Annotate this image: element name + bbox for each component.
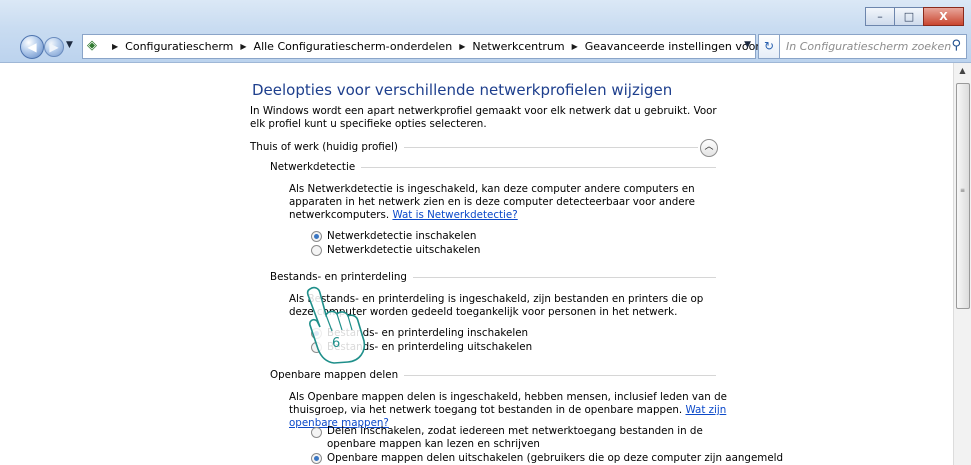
radio-button[interactable] [311,452,322,464]
minimize-button[interactable]: – [865,7,895,26]
divider [412,276,716,278]
vertical-scrollbar[interactable]: ▲ ≡ [953,63,971,465]
control-panel-icon: ◈ [87,38,97,53]
chevron-right-icon[interactable]: ▶ [459,42,465,51]
breadcrumb-item[interactable]: Netwerkcentrum [472,40,564,53]
address-bar[interactable]: ◈ ▶ Configuratiescherm ▶ Alle Configurat… [82,34,794,59]
divider [361,166,716,168]
forward-button[interactable]: ▶ [44,37,64,57]
recent-pages-dropdown[interactable]: ▼ [66,40,73,50]
close-button[interactable]: X [923,7,964,26]
radio-button[interactable] [311,230,322,242]
page-title: Deelopties voor verschillende netwerkpro… [252,81,673,99]
breadcrumb-item[interactable]: Configuratiescherm [125,40,233,53]
back-button[interactable]: ◀ [20,35,44,59]
explorer-window: – □ X ◀ ▶ ▼ ◈ ▶ Configuratiescherm ▶ All… [0,0,971,465]
step-number: 6 [332,336,340,351]
radio-openbare-off[interactable]: Openbare mappen delen uitschakelen (gebr… [311,452,783,464]
section-openbare-mappen: Openbare mappen delen [270,369,716,381]
profile-header: Thuis of werk (huidig profiel) [250,141,698,153]
section-label: Bestands- en printerdeling [270,271,407,283]
chevron-right-icon[interactable]: ▶ [240,42,246,51]
scroll-up-arrow-icon[interactable]: ▲ [954,63,971,79]
radio-netwerkdetectie-off[interactable]: Netwerkdetectie uitschakelen [311,244,480,256]
help-link[interactable]: Wat is Netwerkdetectie? [392,209,517,221]
pointing-hand-icon: 6 [306,286,366,364]
radio-label[interactable]: Netwerkdetectie inschakelen [327,230,476,242]
search-placeholder: In Configuratiescherm zoeken [786,40,952,53]
chevron-right-icon[interactable]: ▶ [572,42,578,51]
radio-button[interactable] [311,427,322,438]
description-text: Als Openbare mappen delen is ingeschakel… [289,391,727,416]
settings-content: Deelopties voor verschillende netwerkpro… [0,63,954,465]
chevron-right-icon[interactable]: ▶ [112,42,118,51]
section-bestanden: Bestands- en printerdeling [270,271,716,283]
search-icon[interactable]: ⚲ [951,38,961,53]
maximize-button[interactable]: □ [894,7,924,26]
navigation-bar: ◀ ▶ ▼ ◈ ▶ Configuratiescherm ▶ Alle Conf… [6,34,967,59]
section-label: Netwerkdetectie [270,161,356,173]
grip-icon: ≡ [960,187,966,194]
radio-label[interactable]: Netwerkdetectie uitschakelen [327,244,480,256]
radio-button[interactable] [311,244,322,256]
collapse-chevron-up-icon[interactable]: ︿ [700,139,718,157]
divider [404,374,716,376]
section-label: Openbare mappen delen [270,369,399,381]
refresh-button[interactable]: ↻ [758,34,780,59]
section-netwerkdetectie: Netwerkdetectie [270,161,716,173]
radio-openbare-on[interactable]: Delen inschakelen, zodat iedereen met ne… [311,425,721,451]
address-dropdown-icon[interactable]: ▼ [744,40,751,50]
section-description: Als Netwerkdetectie is ingeschakeld, kan… [289,183,727,222]
window-controls: – □ X [865,7,964,26]
window-chrome: – □ X ◀ ▶ ▼ ◈ ▶ Configuratiescherm ▶ All… [0,0,971,63]
divider [403,146,698,148]
scrollbar-thumb[interactable]: ≡ [956,83,970,309]
radio-netwerkdetectie-on[interactable]: Netwerkdetectie inschakelen [311,230,476,242]
breadcrumb-item[interactable]: Alle Configuratiescherm-onderdelen [254,40,453,53]
search-input[interactable]: In Configuratiescherm zoeken ⚲ [779,34,967,59]
profile-label: Thuis of werk (huidig profiel) [250,141,398,153]
page-intro: In Windows wordt een apart netwerkprofie… [250,105,717,130]
breadcrumb: ▶ Configuratiescherm ▶ Alle Configuratie… [105,35,794,58]
radio-label[interactable]: Delen inschakelen, zodat iedereen met ne… [327,425,721,451]
radio-label[interactable]: Openbare mappen delen uitschakelen (gebr… [327,452,783,464]
